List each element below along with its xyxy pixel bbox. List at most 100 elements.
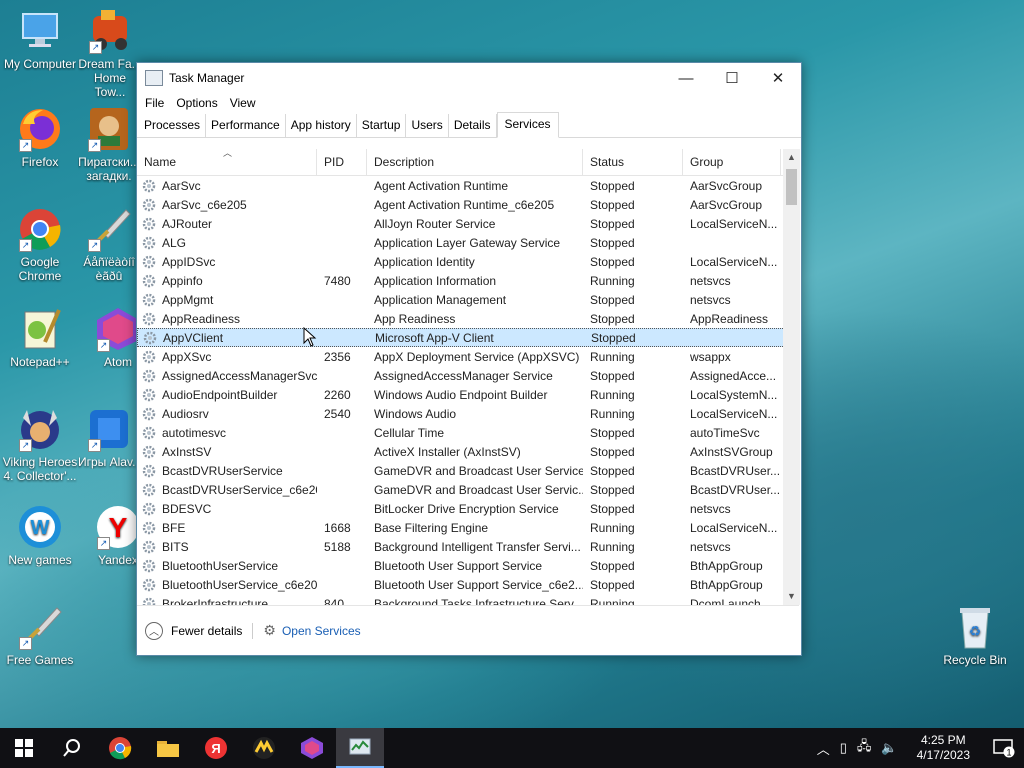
desktop-icon-label: Dream Fa... Home Tow... [78,57,142,99]
desktop-icon-label: Notepad++ [10,355,70,369]
tablet-icon[interactable]: ▯ [835,740,852,756]
table-row[interactable]: BluetoothUserService Bluetooth User Suppo… [137,556,799,575]
tab-processes[interactable]: Processes [139,114,207,137]
action-center-button[interactable]: 1 [984,728,1024,768]
notification-icon: 1 [993,739,1015,758]
service-name: AJRouter [162,216,213,231]
search-button[interactable] [48,728,96,768]
open-services-link[interactable]: Open Services [282,624,361,638]
desktop-icon-free-games-ru[interactable]: ↗ Áåñïëàòíî èãðû [78,206,140,283]
desktop-icon-label: My Computer [3,57,77,71]
taskbar-task-manager[interactable] [336,728,384,768]
chrome-icon [109,737,132,760]
menu-view[interactable]: View [224,96,262,110]
close-button[interactable]: ✕ [755,63,801,93]
table-row[interactable]: AppIDSvc Application Identity Stopped Local… [137,252,799,271]
desktop-icon-viking-heroes[interactable]: ↗ Viking Heroes 4. Collector'... [0,406,80,483]
desktop-icon-notepad-plus-plus[interactable]: Notepad++ [0,306,80,369]
menu-file[interactable]: File [139,96,170,110]
service-status: Stopped [590,254,635,269]
fewer-details-link[interactable]: Fewer details [171,624,242,638]
table-row[interactable]: AppVClient Microsoft App-V Client Stopped [137,328,799,347]
system-tray: ︿ ▯ 🖧 🔈 4:25 PM 4/17/2023 1 [812,728,1024,768]
table-row[interactable]: AppReadiness App Readiness Stopped AppReadi… [137,309,799,328]
taskbar-atom[interactable] [288,728,336,768]
menu-options[interactable]: Options [170,96,223,110]
service-status: Stopped [591,330,636,345]
desktop-icon-free-games[interactable]: ↗ Free Games [0,604,80,667]
service-group: autoTimeSvc [690,425,760,440]
service-name: BluetoothUserService_c6e205 [162,577,317,592]
desktop-icon-pirate-riddles[interactable]: ↗ Пиратски... загадки. [78,106,140,183]
service-description: Agent Activation Runtime_c6e205 [374,197,555,212]
scroll-thumb[interactable] [786,169,797,205]
column-header-group[interactable]: Group [683,149,781,175]
title-bar[interactable]: Task Manager — ☐ ✕ [137,63,801,93]
desktop-icon-new-games[interactable]: W New games [0,504,80,567]
search-icon [63,739,80,757]
table-row[interactable]: BFE 1668 Base Filtering Engine Running Local… [137,518,799,537]
table-row[interactable]: BDESVC BitLocker Drive Encryption Service… [137,499,799,518]
table-row[interactable]: BrokerInfrastructure 840 Background Tasks … [137,594,799,605]
show-hidden-icons-chevron-icon[interactable]: ︿ [812,739,835,758]
chevron-up-icon[interactable]: ︿ [145,621,163,640]
table-row[interactable]: Appinfo 7480 Application Information Runnin… [137,271,799,290]
desktop-icon-my-computer[interactable]: My Computer [0,8,80,71]
vertical-scrollbar[interactable]: ▲ ▼ [783,149,800,605]
table-row[interactable]: BcastDVRUserService_c6e205 GameDVR and Br… [137,480,799,499]
service-name-cell: BFE [137,521,317,535]
gear-icon [142,407,156,420]
table-row[interactable]: BluetoothUserService_c6e205 Bluetooth Use… [137,575,799,594]
scroll-down-icon[interactable]: ▼ [783,588,800,605]
table-row[interactable]: AssignedAccessManagerSvc AssignedAccessMa… [137,366,799,385]
table-row[interactable]: AarSvc Agent Activation Runtime Stopped Aar… [137,176,799,195]
clock-time: 4:25 PM [920,733,966,747]
tab-services[interactable]: Services [496,112,559,138]
table-row[interactable]: AJRouter AllJoyn Router Service Stopped Loc… [137,214,799,233]
column-header-pid[interactable]: PID [317,149,367,175]
shortcut-arrow-icon: ↗ [97,537,110,550]
desktop-icon-google-chrome[interactable]: ↗ Google Chrome [0,206,80,283]
tab-startup[interactable]: Startup [357,114,407,137]
footer-bar: ︿ Fewer details ⚙ Open Services [137,605,799,655]
table-row[interactable]: AudioEndpointBuilder 2260 Windows Audio En… [137,385,799,404]
notification-count: 1 [1006,748,1011,758]
desktop-icon-dream-farm[interactable]: ↗ Dream Fa... Home Tow... [78,8,142,99]
minimize-button[interactable]: — [663,63,709,93]
column-header-name[interactable]: ︿ Name [137,149,317,175]
table-row[interactable]: BcastDVRUserService GameDVR and Broadcast… [137,461,799,480]
volume-icon[interactable]: 🔈 [876,740,902,756]
service-name-cell: AudioEndpointBuilder [137,388,317,402]
tab-users[interactable]: Users [406,114,449,137]
column-header-status[interactable]: Status [583,149,683,175]
desktop-icon-recycle-bin[interactable]: ♻ Recycle Bin [935,604,1015,667]
clock[interactable]: 4:25 PM 4/17/2023 [903,733,984,763]
table-row[interactable]: AppMgmt Application Management Stopped nets… [137,290,799,309]
table-row[interactable]: BITS 5188 Background Intelligent Transfer … [137,537,799,556]
table-row[interactable]: AppXSvc 2356 AppX Deployment Service (AppX… [137,347,799,366]
desktop-icon-label: Игры Alav... [78,455,140,469]
divider [252,622,254,639]
taskbar-yandex-browser[interactable]: Я [192,728,240,768]
scroll-up-icon[interactable]: ▲ [783,149,800,166]
table-row[interactable]: Audiosrv 2540 Windows Audio Running LocalSer… [137,404,799,423]
table-header: ︿ Name PID Description Status Group [137,149,799,176]
tab-details[interactable]: Details [449,114,497,137]
table-row[interactable]: ALG Application Layer Gateway Service Stop… [137,233,799,252]
network-icon[interactable]: 🖧 [852,737,877,759]
taskbar-chrome[interactable] [96,728,144,768]
taskbar-yandex-market[interactable] [240,728,288,768]
tab-performance[interactable]: Performance [206,114,286,137]
service-name: AudioEndpointBuilder [162,387,278,402]
column-header-description[interactable]: Description [367,149,583,175]
tab-app-history[interactable]: App history [286,114,357,137]
desktop-icon-firefox[interactable]: ↗ Firefox [0,106,80,169]
table-row[interactable]: AxInstSV ActiveX Installer (AxInstSV) Stop… [137,442,799,461]
table-row[interactable]: autotimesvc Cellular Time Stopped autoTimeS… [137,423,799,442]
table-row[interactable]: AarSvc_c6e205 Agent Activation Runtime_c6… [137,195,799,214]
desktop-icon-label: Пиратски... загадки. [78,155,140,183]
taskbar-file-explorer[interactable] [144,728,192,768]
maximize-button[interactable]: ☐ [709,63,755,93]
start-button[interactable] [0,728,48,768]
desktop-icon-alawar-games[interactable]: ↗ Игры Alav... [78,406,140,469]
